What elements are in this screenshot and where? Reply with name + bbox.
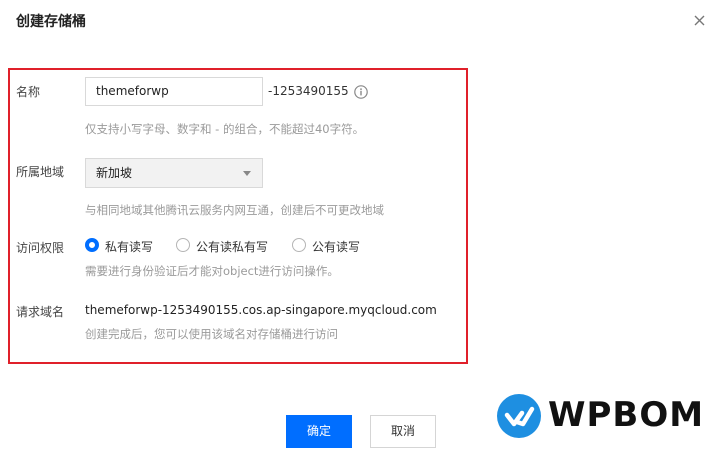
wpbom-wordmark: WPBOM bbox=[548, 395, 705, 435]
wpbom-check-icon bbox=[497, 394, 541, 438]
access-label: 访问权限 bbox=[16, 241, 65, 255]
radio-dot bbox=[292, 238, 306, 252]
radio-label: 公有读写 bbox=[312, 240, 361, 254]
region-select-value: 新加坡 bbox=[96, 166, 133, 180]
close-icon[interactable] bbox=[692, 13, 708, 29]
name-label: 名称 bbox=[16, 85, 41, 99]
access-hint: 需要进行身份验证后才能对object进行访问操作。 bbox=[85, 264, 339, 278]
region-label: 所属地域 bbox=[16, 165, 65, 179]
appid-suffix: -1253490155 bbox=[268, 84, 349, 98]
radio-label: 公有读私有写 bbox=[196, 240, 269, 254]
radio-label: 私有读写 bbox=[105, 240, 154, 254]
request-domain: themeforwp-1253490155.cos.ap-singapore.m… bbox=[85, 303, 437, 317]
chevron-down-icon bbox=[243, 171, 251, 176]
domain-label: 请求域名 bbox=[16, 305, 65, 319]
info-icon[interactable] bbox=[354, 84, 368, 99]
radio-dot bbox=[176, 238, 190, 252]
cancel-button[interactable]: 取消 bbox=[370, 415, 436, 448]
radio-dot bbox=[85, 238, 99, 252]
name-hint: 仅支持小写字母、数字和 - 的组合，不能超过40字符。 bbox=[85, 122, 365, 136]
bucket-name-input[interactable]: themeforwp bbox=[85, 77, 263, 106]
domain-hint: 创建完成后，您可以使用该域名对存储桶进行访问 bbox=[85, 327, 338, 341]
wpbom-logo: WPBOM bbox=[496, 393, 706, 439]
region-select[interactable]: 新加坡 bbox=[85, 158, 263, 188]
dialog-title: 创建存储桶 bbox=[16, 14, 86, 30]
region-hint: 与相同地域其他腾讯云服务内网互通，创建后不可更改地域 bbox=[85, 203, 384, 217]
confirm-button[interactable]: 确定 bbox=[286, 415, 352, 448]
